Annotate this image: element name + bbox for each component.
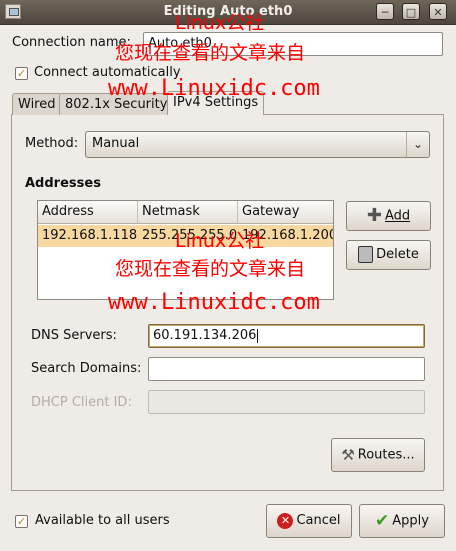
addresses-heading: Addresses (25, 176, 101, 191)
delete-address-button[interactable]: Delete (346, 240, 431, 270)
routes-button[interactable]: ⚒ Routes... (331, 438, 425, 472)
column-header-netmask[interactable]: Netmask (138, 201, 238, 224)
search-domains-input[interactable] (148, 357, 425, 381)
cancel-icon: ✕ (277, 512, 294, 529)
dns-servers-input[interactable]: 60.191.134.206 (148, 324, 425, 348)
available-to-all-users-label: Available to all users (35, 513, 170, 528)
checkmark-icon: ✔ (375, 511, 390, 531)
connect-automatically-checkbox[interactable]: ✓ (15, 67, 28, 80)
plus-icon: ✚ (366, 205, 382, 226)
text-cursor (257, 328, 259, 343)
connection-name-input[interactable]: Auto eth0 (143, 32, 443, 56)
connect-automatically-label: Connect automatically (34, 65, 181, 80)
column-header-address[interactable]: Address (38, 201, 138, 224)
close-icon[interactable]: ✕ (429, 3, 447, 20)
method-dropdown[interactable]: Manual ⌄ (85, 131, 430, 158)
dhcp-client-id-input (148, 390, 425, 414)
method-value: Manual (92, 136, 140, 151)
cancel-label: Cancel (296, 513, 341, 528)
apply-label: Apply (392, 513, 429, 529)
netmask-cell[interactable]: 255.255.255.0 (138, 225, 238, 247)
routes-label: Routes... (357, 447, 415, 463)
add-address-button[interactable]: ✚ Add (346, 201, 431, 231)
minimize-icon[interactable]: ─ (376, 3, 394, 20)
dns-servers-value: 60.191.134.206 (153, 328, 257, 343)
connection-name-label: Connection name: (12, 35, 131, 50)
tab-ipv4-settings[interactable]: IPv4 Settings (167, 91, 265, 115)
column-header-gateway[interactable]: Gateway (238, 201, 333, 224)
method-label: Method: (25, 136, 79, 151)
trash-icon (358, 246, 374, 263)
add-address-label: Add (384, 208, 411, 224)
search-domains-label: Search Domains: (31, 361, 142, 376)
tab-wired[interactable]: Wired (12, 93, 62, 115)
apply-button[interactable]: ✔ Apply (359, 504, 445, 538)
gateway-cell[interactable]: 192.168.1.200 (238, 225, 333, 247)
chevron-down-icon: ⌄ (406, 132, 429, 157)
dns-servers-label: DNS Servers: (31, 328, 117, 343)
maximize-icon[interactable]: □ (402, 3, 420, 20)
table-row[interactable]: 192.168.1.118 255.255.255.0 192.168.1.20… (38, 225, 333, 247)
delete-address-label: Delete (376, 247, 419, 262)
address-cell[interactable]: 192.168.1.118 (38, 225, 138, 247)
cancel-button[interactable]: ✕ Cancel (266, 504, 352, 538)
tools-icon: ⚒ (341, 446, 355, 464)
addresses-table[interactable]: Address Netmask Gateway 192.168.1.118 25… (37, 200, 334, 300)
tab-8021x-security[interactable]: 802.1x Security (59, 93, 174, 115)
dhcp-client-id-label: DHCP Client ID: (31, 395, 132, 410)
available-to-all-users-checkbox[interactable]: ✓ (15, 515, 28, 528)
settings-notebook (11, 114, 444, 491)
